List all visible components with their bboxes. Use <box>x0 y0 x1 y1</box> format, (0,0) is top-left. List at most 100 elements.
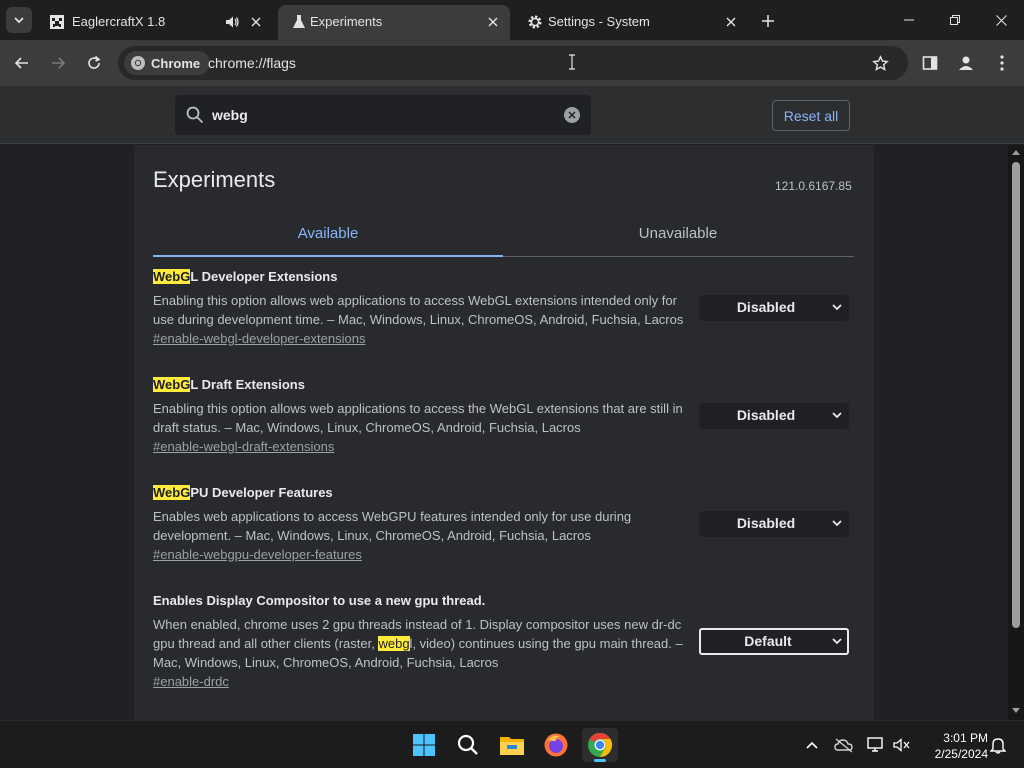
windows-start-icon[interactable] <box>408 729 440 761</box>
page-scrollbar[interactable] <box>1008 145 1024 720</box>
scroll-down-icon[interactable] <box>1012 708 1020 714</box>
flag-title: Enables Display Compositor to use a new … <box>153 593 486 608</box>
flags-search-header: webg Reset all <box>0 86 1024 144</box>
network-icon[interactable] <box>862 729 890 761</box>
flag-description: Enabling this option allows web applicat… <box>153 293 684 327</box>
chevron-down-icon <box>14 17 24 24</box>
clock-time: 3:01 PM <box>943 731 988 745</box>
flag-permalink[interactable]: #enable-webgl-developer-extensions <box>153 331 365 346</box>
person-icon <box>959 56 973 70</box>
flag-title: WebGL Draft Extensions <box>153 377 305 392</box>
select-value: Disabled <box>736 515 796 531</box>
flag-entry: WebGL Draft Extensions Enabling this opt… <box>153 377 853 457</box>
windows-taskbar: 3:01 PM 2/25/2024 <box>0 720 1024 768</box>
close-icon <box>995 14 1007 26</box>
tab-title: EaglercraftX 1.8 <box>72 14 166 29</box>
eaglercraft-favicon-icon <box>50 15 64 29</box>
flags-tabs: Available Unavailable <box>153 219 854 257</box>
flag-select[interactable]: Disabled <box>699 403 849 429</box>
notification-bell-icon[interactable] <box>986 729 1010 761</box>
flag-title: WebGPU Developer Features <box>153 485 333 500</box>
tab-available[interactable]: Available <box>153 225 503 242</box>
chip-label: Chrome <box>151 55 201 71</box>
chevron-up-icon[interactable] <box>798 729 826 761</box>
search-highlight: webg <box>378 636 410 651</box>
flag-select[interactable]: Disabled <box>699 511 849 537</box>
flag-description: Enables web applications to access WebGP… <box>153 509 632 543</box>
forward-button[interactable] <box>44 49 72 77</box>
flag-permalink[interactable]: #enable-drdc <box>153 674 229 689</box>
volume-muted-icon[interactable] <box>888 729 916 761</box>
flag-permalink[interactable]: #enable-webgl-draft-extensions <box>153 439 334 454</box>
close-tab-icon[interactable] <box>484 13 502 31</box>
tab-unavailable[interactable]: Unavailable <box>503 225 853 242</box>
select-value: Disabled <box>736 407 796 423</box>
side-panel-button[interactable] <box>916 49 944 77</box>
flag-permalink[interactable]: #enable-webgpu-developer-features <box>153 547 362 562</box>
browser-toolbar: Chrome chrome://flags <box>0 40 1024 86</box>
flag-entry: WebGPU Developer Features Enables web ap… <box>153 485 853 565</box>
search-icon <box>186 106 204 124</box>
firefox-icon[interactable] <box>540 729 572 761</box>
search-input[interactable]: webg <box>212 107 248 123</box>
version-label: 121.0.6167.85 <box>775 179 852 193</box>
chevron-down-icon <box>832 520 842 527</box>
flag-title: WebGL Developer Extensions <box>153 269 338 284</box>
flag-select[interactable]: Disabled <box>699 295 849 321</box>
close-window-button[interactable] <box>978 0 1024 40</box>
flag-description: Enabling this option allows web applicat… <box>153 401 683 435</box>
select-value: Disabled <box>736 299 796 315</box>
close-tab-icon[interactable] <box>722 13 740 31</box>
tab-eaglercraft[interactable]: EaglercraftX 1.8 <box>36 5 274 40</box>
active-tab-indicator <box>153 255 503 257</box>
restore-icon <box>950 15 960 25</box>
tab-settings-system[interactable]: Settings - System <box>514 5 752 40</box>
scrollbar-thumb[interactable] <box>1012 162 1020 628</box>
reset-all-button[interactable]: Reset all <box>772 100 850 131</box>
chevron-down-icon <box>832 304 842 311</box>
bookmark-button[interactable] <box>866 49 894 77</box>
tab-experiments[interactable]: Experiments <box>278 5 510 40</box>
flag-entry: Enables Display Compositor to use a new … <box>153 593 853 693</box>
select-value: Default <box>744 633 792 649</box>
system-clock[interactable]: 3:01 PM 2/25/2024 <box>918 730 988 762</box>
clear-search-icon[interactable] <box>564 107 580 123</box>
title-bar: EaglercraftX 1.8 Experiments Settings - … <box>0 0 1024 40</box>
new-tab-button[interactable] <box>758 11 778 31</box>
clock-date: 2/25/2024 <box>934 747 988 761</box>
reload-button[interactable] <box>80 49 108 77</box>
file-explorer-icon[interactable] <box>496 729 528 761</box>
url-text[interactable]: chrome://flags <box>208 55 296 71</box>
minimize-button[interactable] <box>886 0 932 40</box>
scroll-up-icon[interactable] <box>1012 149 1020 155</box>
flag-entry: WebGL Developer Extensions Enabling this… <box>153 269 853 349</box>
menu-button[interactable] <box>988 49 1016 77</box>
minimize-icon <box>904 19 914 21</box>
search-highlight: WebG <box>153 485 191 500</box>
text-cursor-icon <box>568 54 576 75</box>
address-bar[interactable]: Chrome chrome://flags <box>118 46 908 80</box>
speaker-icon[interactable] <box>224 14 240 30</box>
profile-button[interactable] <box>952 49 980 77</box>
restore-button[interactable] <box>932 0 978 40</box>
tab-search-button[interactable] <box>6 7 32 33</box>
search-highlight: WebG <box>153 377 191 392</box>
page-title: Experiments <box>153 167 276 192</box>
flag-select[interactable]: Default <box>699 628 849 655</box>
tab-title: Settings - System <box>548 14 650 29</box>
chrome-icon[interactable] <box>582 728 618 762</box>
chrome-icon <box>131 56 145 70</box>
onedrive-icon[interactable] <box>830 729 858 761</box>
search-box[interactable]: webg <box>175 95 591 135</box>
flask-icon <box>293 15 305 28</box>
chevron-down-icon <box>832 638 842 645</box>
tab-title: Experiments <box>310 14 383 29</box>
gear-icon <box>528 15 542 29</box>
close-tab-icon[interactable] <box>247 13 265 31</box>
flag-description: When enabled, chrome uses 2 gpu threads … <box>153 617 683 670</box>
back-button[interactable] <box>8 49 36 77</box>
chrome-page-chip[interactable]: Chrome <box>124 51 211 75</box>
search-icon[interactable] <box>452 729 484 761</box>
chevron-down-icon <box>832 412 842 419</box>
reload-icon <box>88 55 101 69</box>
